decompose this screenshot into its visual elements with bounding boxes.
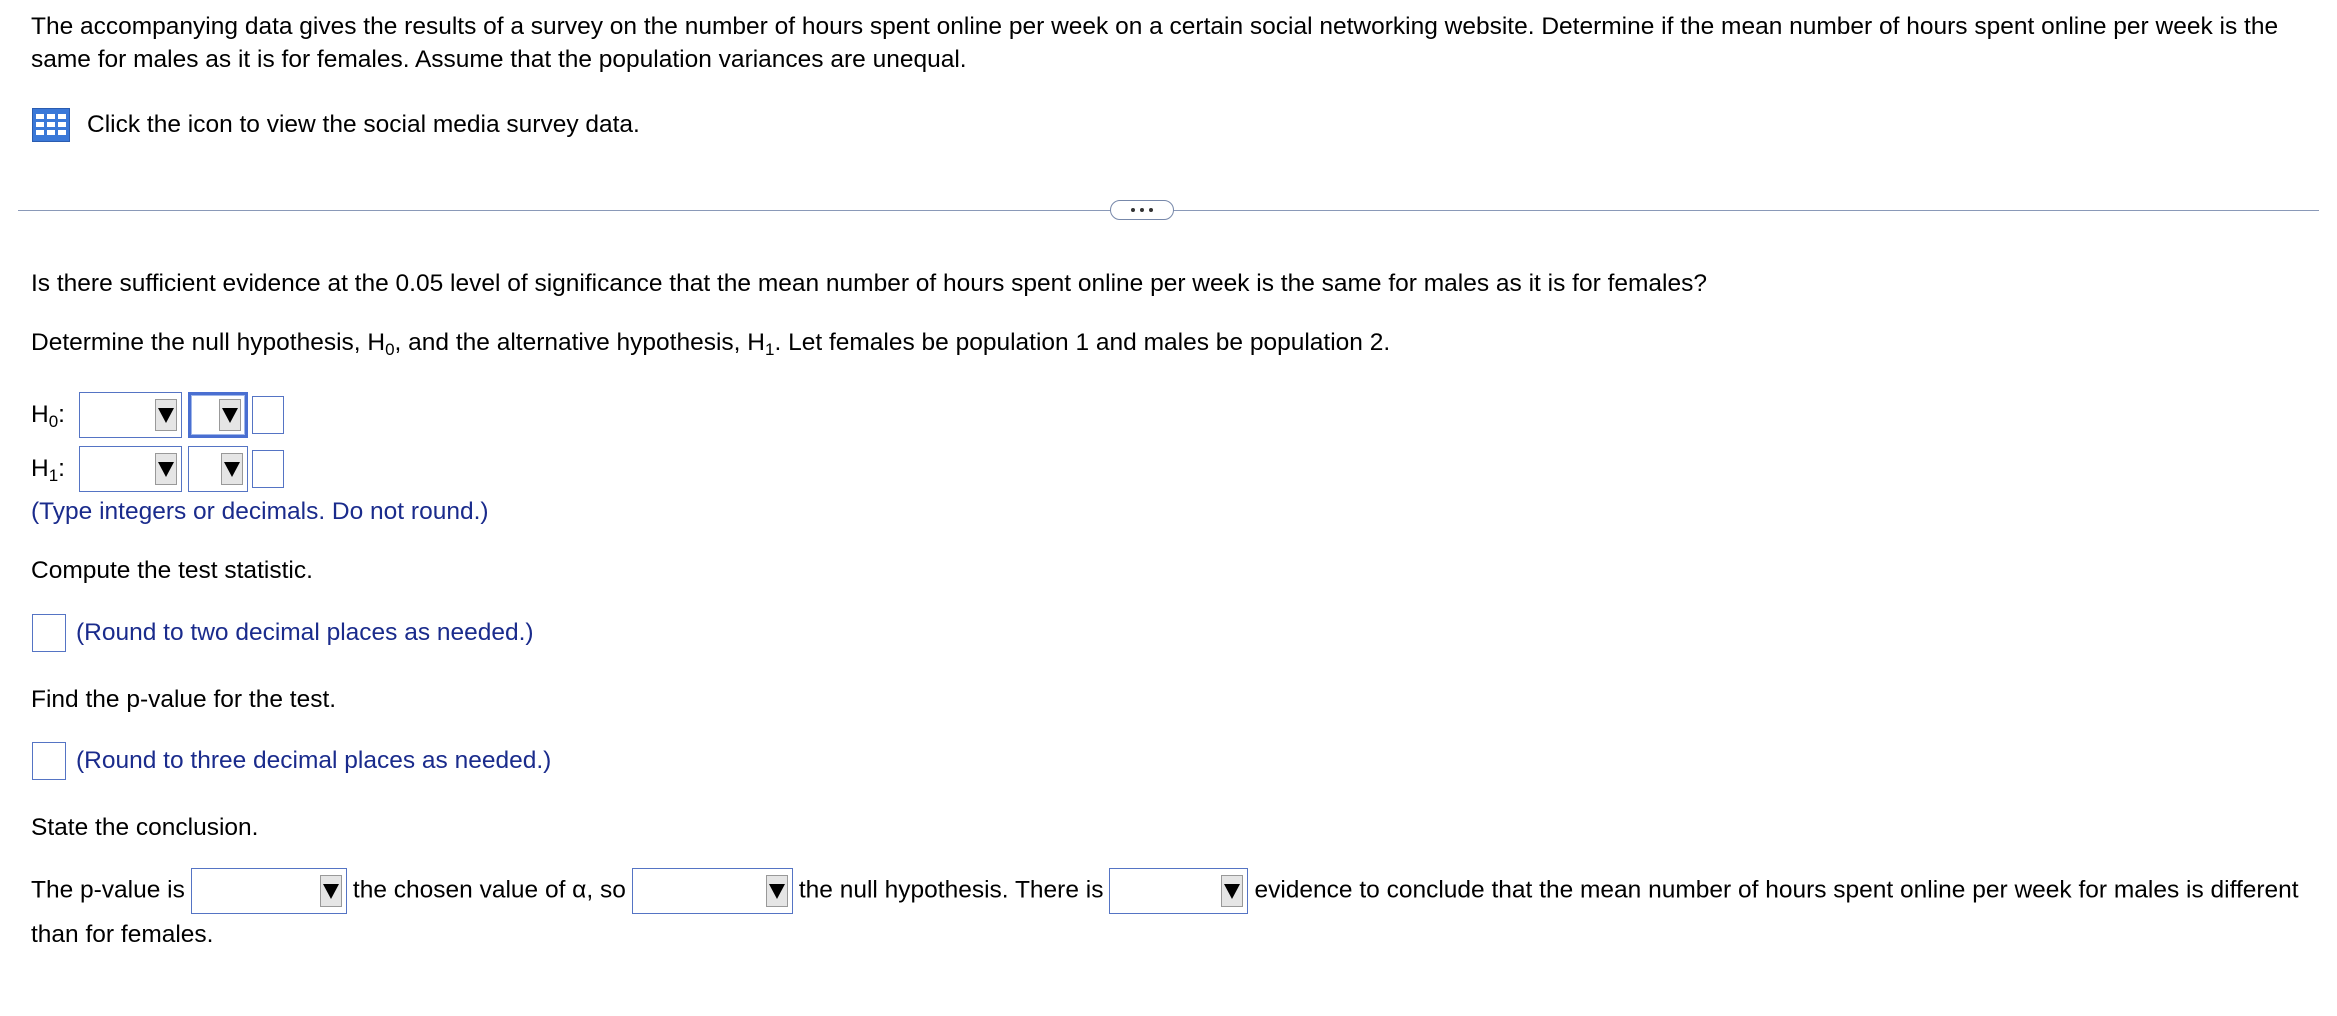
dropdown-arrow-icon <box>219 399 241 431</box>
dot-icon <box>1140 208 1144 212</box>
view-data-link[interactable]: Click the icon to view the social media … <box>32 108 640 142</box>
dropdown-arrow-icon <box>1221 875 1244 907</box>
view-data-label: Click the icon to view the social media … <box>87 111 640 139</box>
conclusion-prompt: State the conclusion. <box>31 814 259 841</box>
question-text: Is there sufficient evidence at the 0.05… <box>31 270 1707 297</box>
h1-label: H1: <box>31 455 65 486</box>
h1-value-input[interactable] <box>252 450 284 488</box>
dropdown-arrow-icon <box>155 453 177 485</box>
decision-dropdown[interactable] <box>631 868 793 914</box>
null-hypothesis-row: H0: <box>31 392 284 438</box>
h1-relation-dropdown[interactable] <box>188 446 248 492</box>
dropdown-arrow-icon <box>765 875 788 907</box>
hypothesis-instructions: Determine the null hypothesis, H0, and t… <box>31 329 1391 359</box>
dot-icon <box>1131 208 1135 212</box>
p-value-input[interactable] <box>32 742 66 780</box>
h0-parameter-dropdown[interactable] <box>79 392 182 438</box>
test-statistic-prompt: Compute the test statistic. <box>31 557 313 584</box>
h0-label: H0: <box>31 401 65 432</box>
hypothesis-hint: (Type integers or decimals. Do not round… <box>31 498 489 525</box>
dropdown-arrow-icon <box>221 453 243 485</box>
dropdown-arrow-icon <box>155 399 177 431</box>
h0-relation-dropdown[interactable] <box>188 392 248 438</box>
test-statistic-hint: (Round to two decimal places as needed.) <box>76 619 534 647</box>
data-table-icon[interactable] <box>32 108 70 142</box>
p-value-comparison-dropdown[interactable] <box>190 868 347 914</box>
h0-value-input[interactable] <box>252 396 284 434</box>
dropdown-arrow-icon <box>319 875 342 907</box>
dot-icon <box>1149 208 1153 212</box>
conclusion-sentence: The p-value is the chosen value of α, so t… <box>31 868 2311 956</box>
test-statistic-row: (Round to two decimal places as needed.) <box>32 614 534 652</box>
p-value-row: (Round to three decimal places as needed… <box>32 742 551 780</box>
p-value-prompt: Find the p-value for the test. <box>31 686 337 713</box>
intro-text: The accompanying data gives the results … <box>31 13 2279 74</box>
test-statistic-input[interactable] <box>32 614 66 652</box>
more-options-button[interactable] <box>1110 200 1174 220</box>
alternative-hypothesis-row: H1: <box>31 446 284 492</box>
h1-parameter-dropdown[interactable] <box>79 446 182 492</box>
evidence-dropdown[interactable] <box>1109 868 1249 914</box>
p-value-hint: (Round to three decimal places as needed… <box>76 747 552 775</box>
